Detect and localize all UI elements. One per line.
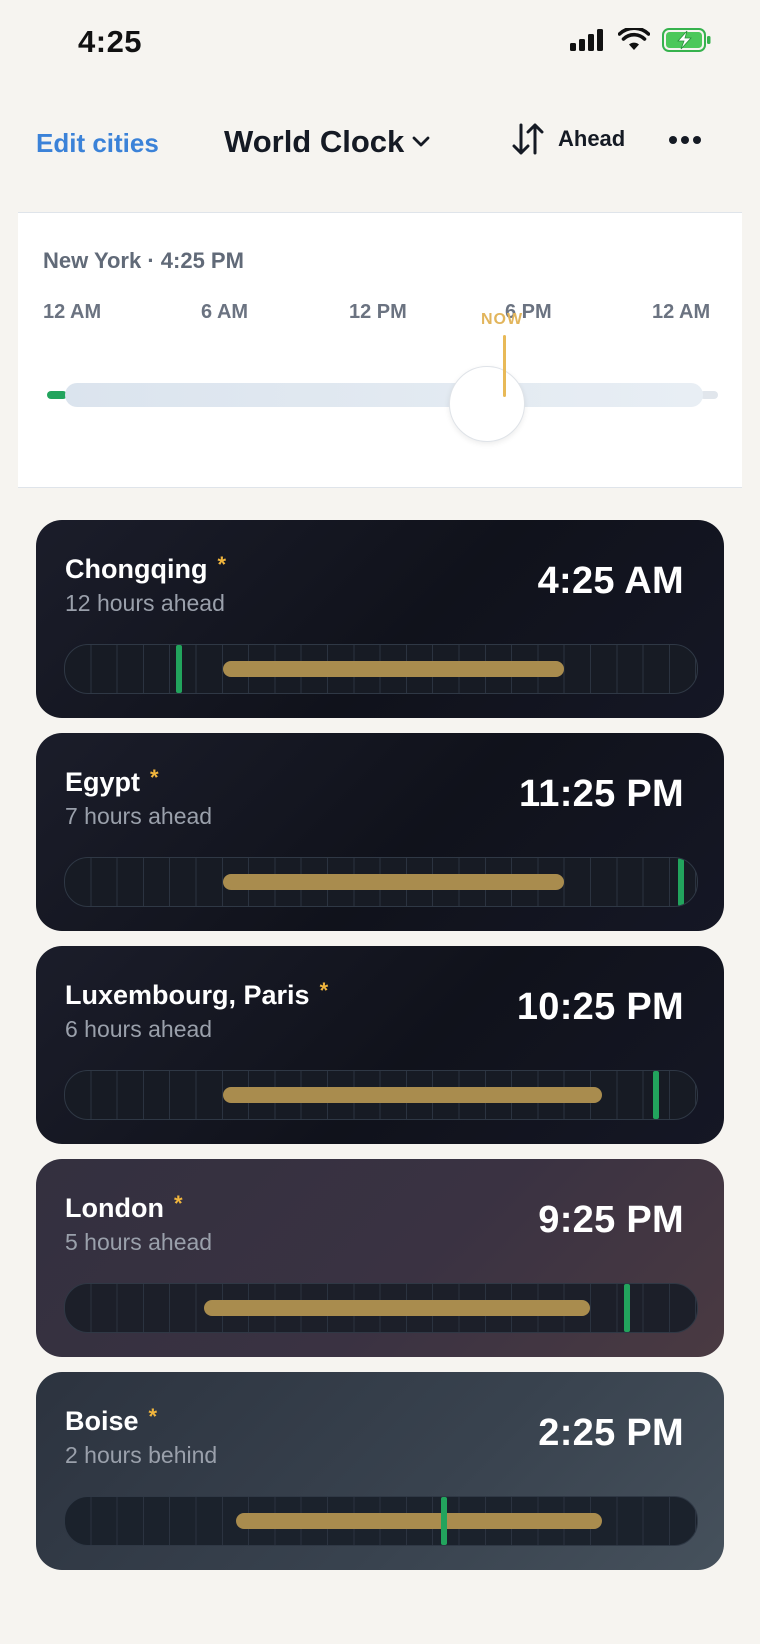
favorite-star-icon: *: [150, 765, 159, 790]
city-name-row: Chongqing *: [65, 552, 227, 585]
reference-city-title: New York · 4:25 PM: [43, 248, 244, 273]
daylight-bar: [223, 661, 565, 677]
status-icons: [570, 28, 712, 52]
current-time-marker: [624, 1284, 631, 1332]
city-time: 4:25 AM: [537, 560, 684, 602]
more-options-button[interactable]: [668, 132, 702, 150]
day-timeline: [64, 857, 698, 907]
city-time: 9:25 PM: [538, 1199, 684, 1241]
city-offset: 7 hours ahead: [65, 803, 213, 829]
page-title: World Clock: [224, 124, 405, 159]
day-timeline: [64, 644, 698, 694]
city-time: 10:25 PM: [516, 986, 684, 1028]
sort-ahead-button[interactable]: Ahead: [512, 122, 625, 156]
chevron-down-icon: [412, 136, 430, 147]
daylight-bar: [204, 1300, 590, 1316]
city-time: 11:25 PM: [518, 773, 684, 815]
city-card-london[interactable]: London * 5 hours ahead 9:25 PM: [36, 1159, 724, 1357]
now-indicator-line: [503, 335, 506, 397]
daylight-bar: [235, 1513, 603, 1529]
tick-label: 6 AM: [201, 301, 249, 323]
current-time-marker: [441, 1497, 448, 1545]
city-time: 2:25 PM: [538, 1412, 684, 1454]
city-offset: 2 hours behind: [65, 1442, 218, 1468]
city-card-chongqing[interactable]: Chongqing * 12 hours ahead 4:25 AM: [36, 520, 724, 718]
day-timeline: [64, 1496, 698, 1546]
favorite-star-icon: *: [173, 1191, 183, 1216]
city-name: Boise: [65, 1406, 139, 1436]
tick-label: 12 AM: [652, 301, 711, 323]
city-offset: 12 hours ahead: [65, 590, 225, 616]
current-time-marker: [652, 1071, 659, 1119]
sort-label: Ahead: [558, 126, 626, 151]
city-name: London: [65, 1193, 164, 1223]
favorite-star-icon: *: [148, 1404, 158, 1429]
favorite-star-icon: *: [319, 978, 329, 1003]
nav-bar: Edit cities World Clock Ahead: [0, 110, 760, 180]
city-name: Luxembourg, Paris: [65, 980, 310, 1010]
status-time: 4:25: [78, 24, 143, 59]
world-clock-title-dropdown[interactable]: World Clock: [224, 124, 430, 160]
favorite-star-icon: *: [217, 552, 227, 577]
battery-charging-icon: [662, 28, 711, 52]
city-name-row: Egypt *: [65, 765, 159, 798]
day-timeline: [64, 1283, 698, 1333]
reference-slider-track[interactable]: [65, 383, 703, 407]
city-card-luxembourg-paris[interactable]: Luxembourg, Paris * 6 hours ahead 10:25 P…: [36, 946, 724, 1144]
status-bar: 4:25: [0, 0, 760, 88]
reference-slider-thumb[interactable]: [449, 366, 525, 442]
city-card-boise[interactable]: Boise * 2 hours behind 2:25 PM: [36, 1372, 724, 1570]
daylight-bar: [223, 1087, 603, 1103]
reference-track-start: [47, 391, 67, 399]
wifi-icon: [618, 28, 650, 50]
city-offset: 6 hours ahead: [65, 1016, 213, 1042]
city-name: Chongqing: [65, 554, 208, 584]
city-name-row: Boise *: [65, 1404, 158, 1437]
more-dots-icon: [669, 136, 701, 144]
reference-time-panel: New York · 4:25 PM 12 AM 6 AM 12 PM 6 PM…: [18, 212, 742, 488]
current-time-marker: [678, 858, 685, 906]
now-label: NOW: [481, 311, 524, 328]
city-name: Egypt: [65, 767, 141, 797]
sort-arrows-icon: [512, 123, 544, 155]
cellular-signal-icon: [570, 29, 603, 51]
edit-cities-button[interactable]: Edit cities: [36, 128, 159, 159]
city-name-row: Luxembourg, Paris *: [65, 978, 329, 1011]
tick-label: 12 AM: [43, 301, 102, 323]
day-timeline: [64, 1070, 698, 1120]
daylight-bar: [223, 874, 565, 890]
tick-label: 12 PM: [349, 301, 407, 323]
city-offset: 5 hours ahead: [65, 1229, 213, 1255]
city-card-egypt[interactable]: Egypt * 7 hours ahead 11:25 PM: [36, 733, 724, 931]
current-time-marker: [175, 645, 182, 693]
city-name-row: London *: [65, 1191, 183, 1224]
